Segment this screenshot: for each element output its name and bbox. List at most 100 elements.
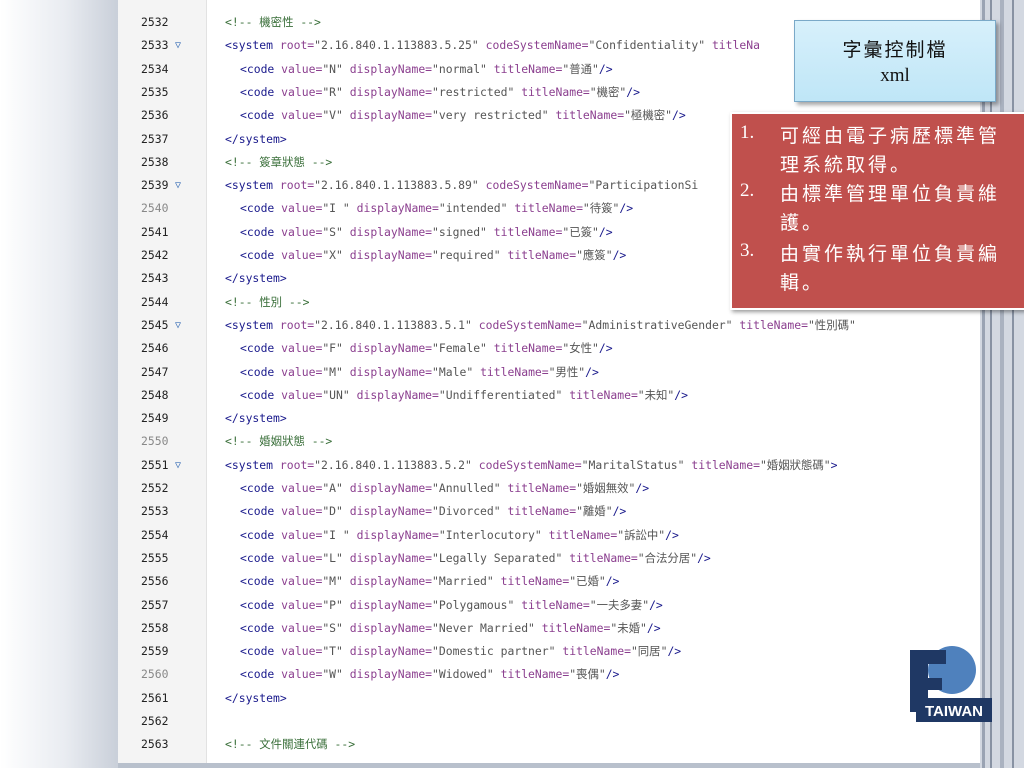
code-token: <code — [240, 644, 282, 659]
code-line: 2557 <code value="P" displayName="Polygam… — [118, 594, 980, 617]
code-text: </system> — [225, 407, 287, 430]
code-token: <code — [240, 341, 282, 356]
code-text: <code value="I " displayName="intended" … — [240, 197, 633, 220]
code-token: "男性" — [548, 364, 586, 379]
code-token: value= — [281, 620, 323, 635]
code-token: /> — [605, 574, 620, 589]
code-token: codeSystemName= — [485, 38, 589, 53]
fold-toggle-icon[interactable]: ▽ — [175, 454, 181, 477]
fold-toggle-icon[interactable]: ▽ — [175, 34, 181, 57]
code-line: 2547 <code value="M" displayName="Male" t… — [118, 361, 980, 384]
code-token: displayName= — [349, 481, 433, 495]
code-token: "T" — [322, 644, 350, 659]
code-line: 2552 <code value="A" displayName="Annulle… — [118, 477, 980, 500]
code-line: 2556 <code value="M" displayName="Married… — [118, 570, 980, 593]
fold-toggle-icon[interactable]: ▽ — [175, 174, 181, 197]
code-token: "Domestic partner" — [432, 644, 563, 659]
line-number: 2546 — [141, 341, 169, 356]
notes-callout: 1. 可經由電子病歷標準管理系統取得。 2. 由標準管理單位負責維護。 3. 由… — [730, 112, 1024, 310]
line-number: 2558 — [141, 620, 169, 635]
code-token: <!-- 性別 --> — [225, 294, 310, 309]
code-token: codeSystemName= — [478, 457, 582, 472]
code-token: <code — [240, 504, 282, 519]
line-number: 2542 — [141, 248, 169, 262]
code-token: displayName= — [349, 550, 433, 565]
code-token: titleName= — [521, 84, 590, 99]
code-token: value= — [281, 574, 323, 589]
code-token: "W" — [322, 667, 350, 682]
line-number: 2532 — [141, 15, 169, 29]
code-text: <code value="X" displayName="required" t… — [240, 244, 626, 267]
code-token: "女性" — [562, 341, 599, 356]
code-token: "S" — [322, 620, 350, 635]
code-token: value= — [281, 644, 323, 659]
code-token: root= — [279, 178, 315, 193]
code-text: <code value="R" displayName="restricted"… — [240, 81, 640, 104]
code-token: "Interlocutory" — [438, 527, 549, 542]
slide-left-gradient — [0, 0, 118, 768]
code-token: "婚姻無效" — [576, 481, 636, 495]
code-token: /> — [605, 667, 620, 682]
code-token: titleName= — [569, 387, 638, 402]
code-text: <code value="W" displayName="Widowed" ti… — [240, 663, 619, 686]
code-token: "ParticipationSi — [588, 178, 699, 193]
code-token: <!-- 簽章狀態 --> — [225, 154, 333, 169]
code-token: titleName= — [480, 364, 549, 379]
title-line-1: 字彙控制檔 — [842, 39, 948, 61]
code-line: 2561 </system> — [118, 687, 980, 710]
code-token: <code — [240, 387, 282, 402]
code-token: value= — [281, 481, 323, 495]
code-line: 2553 <code value="D" displayName="Divorce… — [118, 500, 980, 523]
code-token: displayName= — [356, 527, 439, 542]
code-token: "Undifferentiated" — [438, 387, 570, 402]
code-token: "未婚" — [610, 620, 647, 635]
note-number: 2. — [740, 180, 755, 201]
code-text: <code value="M" displayName="Married" ti… — [240, 570, 619, 593]
code-text: <code value="S" displayName="Never Marri… — [240, 617, 661, 640]
code-line: 2546 <code value="F" displayName="Female"… — [118, 337, 980, 360]
line-number: 2550 — [141, 434, 169, 449]
code-token: "應簽" — [576, 248, 613, 262]
code-token: <code — [240, 481, 282, 495]
code-token: /> — [635, 481, 650, 495]
code-text: <code value="T" displayName="Domestic pa… — [240, 640, 681, 663]
code-token: <code — [240, 84, 282, 99]
code-token: value= — [281, 224, 323, 239]
line-number: 2533 — [141, 38, 169, 53]
code-token: "未知" — [637, 387, 675, 402]
code-token: <code — [240, 574, 282, 589]
code-token: value= — [281, 61, 323, 76]
code-token: "signed" — [432, 224, 494, 239]
code-token: "Divorced" — [432, 504, 508, 519]
code-token: "離婚" — [576, 504, 613, 519]
line-number: 2547 — [141, 364, 169, 379]
code-token: /> — [598, 224, 613, 239]
code-token: "intended" — [438, 201, 515, 216]
note-text: 由標準管理單位負責維護。 — [780, 183, 1001, 234]
code-token: /> — [649, 597, 663, 612]
code-token: "Polygamous" — [432, 597, 522, 612]
line-number: 2553 — [141, 504, 169, 519]
code-token: /> — [671, 108, 686, 123]
code-token: "normal" — [432, 61, 494, 76]
line-number: 2555 — [141, 550, 169, 565]
code-token: <code — [240, 224, 282, 239]
line-number: 2548 — [141, 387, 169, 402]
code-token: "restricted" — [432, 84, 522, 99]
code-token: "2.16.840.1.113883.5.89" — [314, 178, 486, 193]
code-token: "訴訟中" — [617, 527, 666, 542]
code-token: <code — [240, 527, 282, 542]
code-token: titleName= — [493, 341, 563, 356]
code-token: displayName= — [349, 574, 433, 589]
code-token: <code — [240, 550, 282, 565]
code-token: value= — [281, 597, 323, 612]
line-number: 2544 — [141, 294, 169, 309]
code-token: "L" — [322, 550, 350, 565]
code-token: "Married" — [432, 574, 501, 589]
code-token: codeSystemName= — [485, 178, 589, 193]
fold-toggle-icon[interactable]: ▽ — [175, 314, 181, 337]
code-text: <!-- 文件關連代碼 --> — [225, 733, 355, 756]
logo-text: TAIWAN — [925, 703, 983, 720]
code-token: /> — [626, 84, 640, 99]
code-line: 2560 <code value="W" displayName="Widowed… — [118, 663, 980, 686]
